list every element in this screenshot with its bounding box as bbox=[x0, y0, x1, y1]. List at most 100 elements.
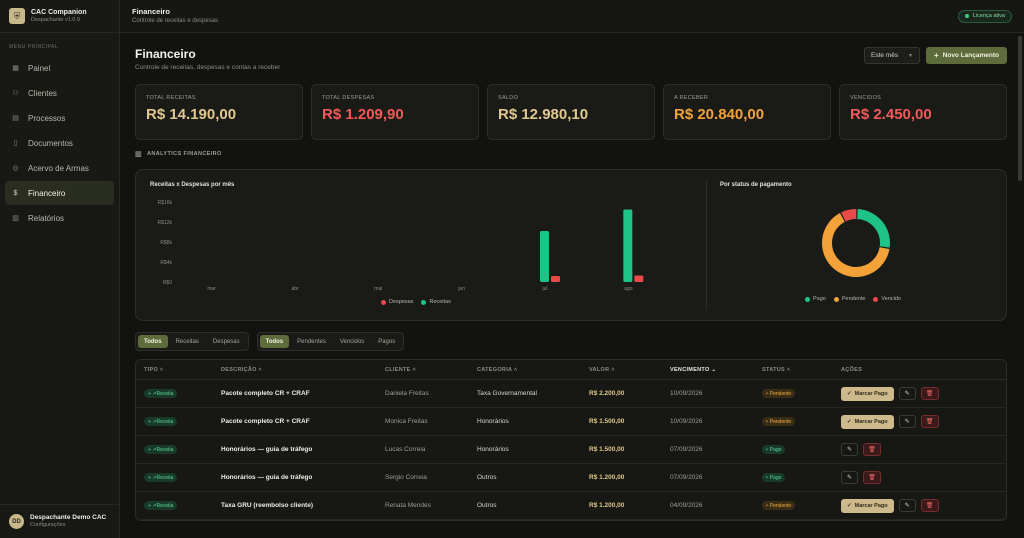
plus-icon: + bbox=[933, 51, 939, 60]
delete-button[interactable]: 🗑 bbox=[863, 443, 881, 456]
period-select[interactable]: Este mês ▼ bbox=[863, 47, 920, 64]
type-cell: + ↗ Receita bbox=[136, 417, 221, 426]
trash-icon: 🗑 bbox=[925, 419, 934, 425]
status-dot-icon: • bbox=[766, 474, 768, 481]
status-dot-icon: • bbox=[766, 418, 768, 425]
edit-button[interactable]: ✎ bbox=[898, 387, 916, 400]
column-header[interactable]: CLIENTE ˄ bbox=[385, 367, 477, 373]
page-header: Financeiro Controle de receitas, despesa… bbox=[135, 47, 1007, 71]
delete-button[interactable]: 🗑 bbox=[920, 387, 939, 400]
filter-type-despesas[interactable]: Despesas bbox=[207, 335, 246, 348]
sidebar-item-clientes[interactable]: ⚇ Clientes bbox=[5, 81, 114, 105]
scrollbar[interactable] bbox=[1018, 36, 1022, 181]
edit-button[interactable]: ✎ bbox=[898, 499, 916, 512]
status-badge: • Pago bbox=[762, 473, 786, 482]
y-tick-label: R$16k bbox=[158, 200, 173, 206]
table-row: + ↗ Receita Pacote completo CR + CRAF Moni… bbox=[136, 408, 1006, 436]
sidebar: ⛨ CAC Companion Despachante v1.0.9 MENU … bbox=[0, 0, 120, 538]
new-entry-label: Novo Lançamento bbox=[942, 52, 999, 59]
legend-dot bbox=[833, 296, 839, 302]
type-label: Receita bbox=[156, 446, 174, 453]
x-tick-label: abr bbox=[291, 286, 299, 292]
delete-button[interactable]: 🗑 bbox=[863, 471, 881, 484]
status-label: Pendente bbox=[769, 390, 792, 397]
sidebar-item-painel[interactable]: ▦ Painel bbox=[5, 56, 114, 80]
y-tick-label: R$4k bbox=[160, 260, 172, 266]
trend-up-icon: + ↗ bbox=[148, 502, 157, 509]
edit-button[interactable]: ✎ bbox=[841, 443, 858, 456]
sidebar-item-financeiro[interactable]: $ Financeiro bbox=[5, 181, 114, 205]
category-cell: Taxa Governamental bbox=[477, 390, 537, 397]
description-cell: Pacote completo CR + CRAF bbox=[221, 418, 310, 425]
legend-dot bbox=[381, 299, 386, 305]
kpi-label: TOTAL RECEITAS bbox=[146, 95, 196, 101]
column-header[interactable]: DESCRIÇÃO ˄ bbox=[221, 367, 385, 373]
bar-chart-title: Receitas x Despesas por mês bbox=[150, 182, 235, 188]
sidebar-item-relat-rios[interactable]: ▥ Relatórios bbox=[5, 206, 114, 230]
filter-type-receitas[interactable]: Receitas bbox=[170, 335, 205, 348]
status-label: Pendente bbox=[769, 502, 792, 509]
legend-label: Vencido bbox=[881, 296, 901, 302]
filter-type-todos[interactable]: Todos bbox=[138, 335, 168, 348]
type-label: Receita bbox=[156, 502, 174, 509]
type-cell: + ↗ Receita bbox=[136, 501, 221, 510]
sidebar-item-label: Relatórios bbox=[28, 213, 65, 223]
table-row: + ↗ Receita Taxa GRU (reembolso cliente) R… bbox=[136, 492, 1006, 520]
mark-paid-button[interactable]: ✓ Marcar Pago bbox=[841, 386, 894, 401]
column-header[interactable]: STATUS ˄ bbox=[762, 367, 841, 373]
sidebar-item-documentos[interactable]: ▯ Documentos bbox=[5, 131, 114, 155]
filters: Todos Receitas Despesas Todos Pendentes Venc… bbox=[135, 332, 1007, 351]
filter-status-vencidos[interactable]: Vencidos bbox=[334, 335, 370, 348]
status-cell: • Pendente bbox=[762, 389, 841, 398]
kpi-label: A RECEBER bbox=[674, 95, 709, 101]
filter-status-todos[interactable]: Todos bbox=[259, 335, 290, 348]
filter-status-pendentes[interactable]: Pendentes bbox=[291, 335, 332, 348]
legend-dot bbox=[873, 296, 879, 302]
row-actions: ✎ 🗑 bbox=[841, 471, 1006, 484]
chevron-down-icon: ▼ bbox=[908, 52, 913, 59]
legend-item: Pago bbox=[805, 296, 826, 302]
donut-slice bbox=[841, 209, 857, 222]
topbar-title: Financeiro bbox=[132, 7, 170, 16]
status-cell: • Pago bbox=[762, 445, 841, 454]
sort-down-icon: ⌄ bbox=[709, 366, 717, 373]
sidebar-item-acervo-de-armas[interactable]: ◎ Acervo de Armas bbox=[5, 156, 114, 180]
settings-link[interactable]: Configurações bbox=[30, 522, 106, 529]
chart-icon: ▥ bbox=[12, 215, 19, 222]
bar-receitas bbox=[540, 231, 549, 282]
type-badge: + ↗ Receita bbox=[144, 389, 178, 398]
new-entry-button[interactable]: + Novo Lançamento bbox=[925, 47, 1007, 64]
edit-button[interactable]: ✎ bbox=[841, 471, 858, 484]
legend-label: Pendente bbox=[841, 296, 866, 302]
value-cell: R$ 1.200,00 bbox=[589, 474, 625, 481]
edit-button[interactable]: ✎ bbox=[898, 415, 916, 428]
category-cell: Outros bbox=[477, 502, 497, 509]
status-badge: • Pago bbox=[762, 445, 786, 454]
table-row: + ↗ Receita Honorários — guia de tráfego L… bbox=[136, 436, 1006, 464]
column-header[interactable]: VENCIMENTO ⌄ bbox=[670, 367, 762, 373]
topbar-subtitle: Controle de receitas e despesas bbox=[132, 18, 219, 24]
check-icon: ✓ bbox=[847, 418, 852, 425]
user-profile[interactable]: DD Despachante Demo CAC Configurações bbox=[0, 504, 119, 538]
license-badge: Licença ativa bbox=[957, 9, 1012, 23]
status-label: Pago bbox=[769, 474, 782, 481]
column-header-label: CATEGORIA bbox=[477, 366, 513, 373]
analytics-section-label: ▥ ANALYTICS FINANCEIRO bbox=[135, 150, 1007, 158]
x-tick-label: mar bbox=[207, 286, 216, 292]
column-header[interactable]: CATEGORIA ˄ bbox=[477, 367, 589, 373]
mark-paid-button[interactable]: ✓ Marcar Pago bbox=[841, 498, 894, 513]
sidebar-item-processos[interactable]: ▤ Processos bbox=[5, 106, 114, 130]
mark-paid-button[interactable]: ✓ Marcar Pago bbox=[841, 414, 894, 429]
delete-button[interactable]: 🗑 bbox=[920, 499, 939, 512]
dollar-icon: $ bbox=[13, 189, 18, 197]
sidebar-item-label: Clientes bbox=[28, 88, 57, 98]
value-cell: R$ 1.500,00 bbox=[589, 446, 625, 453]
delete-button[interactable]: 🗑 bbox=[920, 415, 939, 428]
column-header[interactable]: TIPO ˄ bbox=[136, 367, 221, 373]
trend-up-icon: + ↗ bbox=[148, 446, 157, 453]
bar-despesas bbox=[551, 276, 560, 282]
filter-status-pagos[interactable]: Pagos bbox=[372, 335, 401, 348]
column-header[interactable]: VALOR ˄ bbox=[589, 367, 670, 373]
donut-chart-legend: Pago Pendente Vencido bbox=[805, 296, 901, 302]
column-header-label: AÇÕES bbox=[841, 366, 863, 373]
